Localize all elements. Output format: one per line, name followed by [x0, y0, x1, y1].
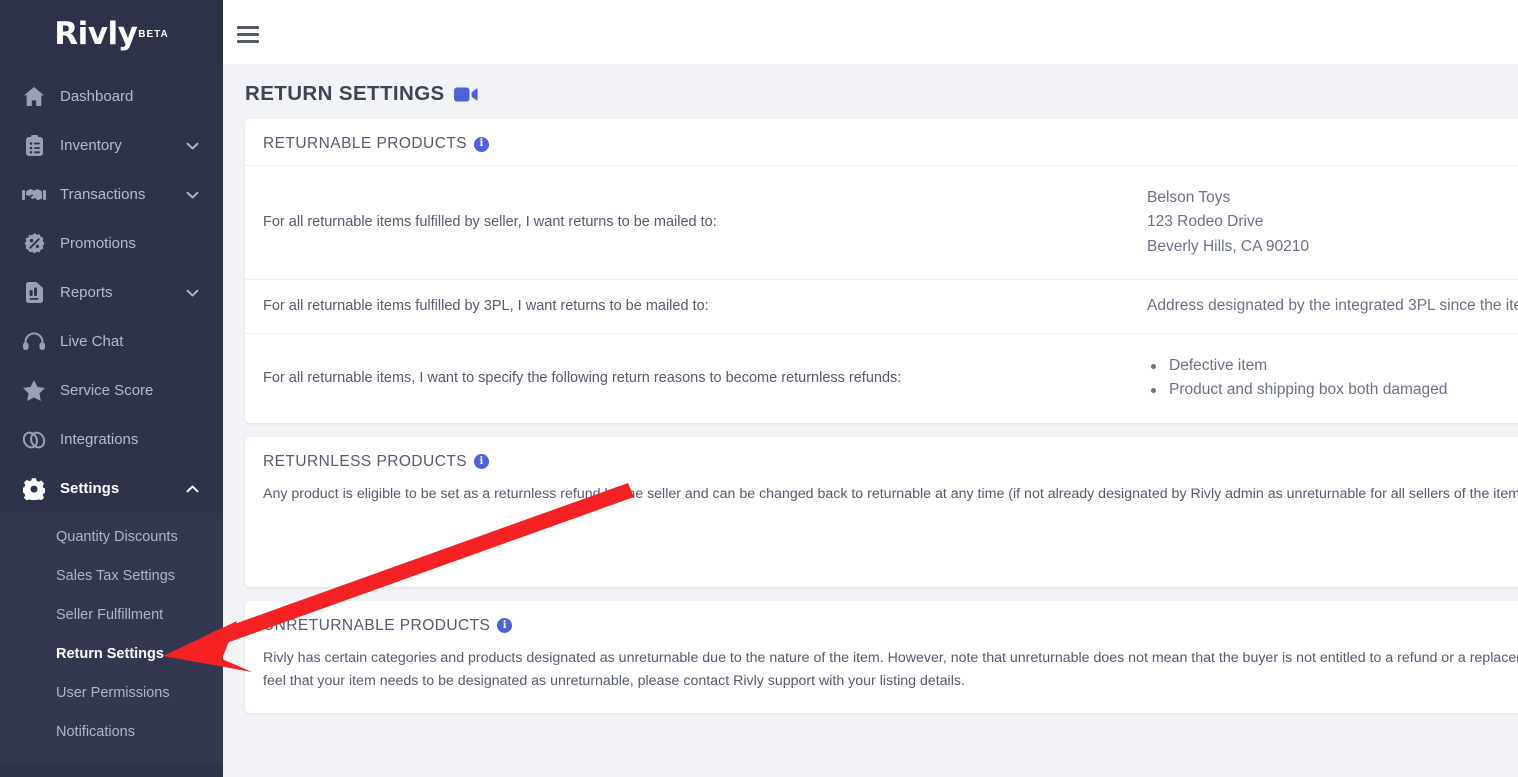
- return-reasons-list: Defective item Product and shipping box …: [1147, 354, 1518, 403]
- list-item: Product and shipping box both damaged: [1147, 378, 1518, 402]
- brand-beta-tag: BETA: [138, 28, 169, 40]
- sidebar-item-settings[interactable]: Settings: [0, 464, 223, 513]
- app-root: Rivly BETA Dashboard Inventory Transacti…: [0, 0, 1518, 777]
- sidebar-item-live-chat[interactable]: Live Chat: [0, 317, 223, 366]
- sidebar-item-inventory[interactable]: Inventory: [0, 121, 223, 170]
- headset-icon: [22, 331, 46, 353]
- sidebar-item-notifications[interactable]: Notifications: [0, 712, 223, 751]
- page-title-text: RETURN SETTINGS: [245, 82, 445, 105]
- row-answer: Address designated by the integrated 3PL…: [1147, 297, 1518, 315]
- table-row: For all returnable items fulfilled by se…: [245, 165, 1518, 279]
- hamburger-bar: [237, 32, 259, 36]
- submenu-item-label: Sales Tax Settings: [56, 567, 176, 584]
- content-area: RETURN SETTINGS RETURNABLE PRODUCTS i Fo…: [223, 64, 1518, 777]
- submenu-item-label: Return Settings: [56, 645, 164, 662]
- submenu-item-label: Seller Fulfillment: [56, 606, 164, 623]
- main-area: RETURN SETTINGS RETURNABLE PRODUCTS i Fo…: [223, 0, 1518, 777]
- sidebar: Rivly BETA Dashboard Inventory Transacti…: [0, 0, 223, 777]
- percent-badge-icon: [22, 233, 46, 255]
- video-camera-icon[interactable]: [453, 86, 478, 103]
- sidebar-item-quantity-discounts[interactable]: Quantity Discounts: [0, 517, 223, 556]
- sidebar-item-service-score[interactable]: Service Score: [0, 366, 223, 415]
- row-question: For all returnable items, I want to spec…: [263, 369, 902, 386]
- star-icon: [22, 380, 46, 402]
- sidebar-item-return-settings[interactable]: Return Settings: [0, 634, 223, 673]
- hamburger-bar: [237, 39, 259, 43]
- card-title: RETURNLESS PRODUCTS i: [245, 437, 1518, 483]
- sidebar-nav: Dashboard Inventory Transactions Promoti…: [0, 64, 223, 763]
- card-title: RETURNABLE PRODUCTS i: [245, 119, 1518, 165]
- info-icon[interactable]: i: [474, 454, 490, 470]
- sidebar-item-label: Transactions: [60, 186, 146, 203]
- row-question: For all returnable items fulfilled by se…: [263, 213, 717, 230]
- sidebar-item-dashboard[interactable]: Dashboard: [0, 72, 223, 121]
- sidebar-item-seller-fulfillment[interactable]: Seller Fulfillment: [0, 595, 223, 634]
- address-line: Belson Toys: [1147, 189, 1231, 206]
- returnless-products-card: RETURNLESS PRODUCTS i Any product is eli…: [245, 436, 1518, 587]
- chevron-down-icon[interactable]: [186, 188, 199, 201]
- brand-name: Rivly: [54, 16, 138, 52]
- clipboard-icon: [22, 135, 46, 157]
- hamburger-icon[interactable]: [237, 19, 263, 45]
- address-line: 123 Rodeo Drive: [1147, 213, 1264, 231]
- sidebar-item-label: Live Chat: [60, 333, 124, 350]
- sidebar-item-label: Settings: [60, 480, 120, 497]
- returnable-products-card: RETURNABLE PRODUCTS i For all returnable…: [245, 119, 1518, 423]
- sidebar-item-label: Dashboard: [60, 88, 134, 105]
- sidebar-item-label: Service Score: [60, 382, 154, 399]
- submenu-item-label: Notifications: [56, 723, 135, 740]
- home-icon: [22, 86, 46, 108]
- hamburger-bar: [237, 25, 259, 29]
- submenu-item-label: Quantity Discounts: [56, 528, 178, 545]
- unreturnable-products-card: UNRETURNABLE PRODUCTS i Rivly has certai…: [245, 600, 1518, 713]
- card-title: UNRETURNABLE PRODUCTS i: [245, 601, 1518, 647]
- chevron-down-icon[interactable]: [186, 139, 199, 152]
- sidebar-item-user-permissions[interactable]: User Permissions: [0, 673, 223, 712]
- sidebar-item-label: Reports: [60, 284, 113, 301]
- row-answer: Belson Toys 123 Rodeo Drive Beverly Hill…: [1145, 166, 1518, 279]
- topbar: [223, 0, 1518, 64]
- address-line: Beverly Hills, CA 90210: [1147, 237, 1309, 255]
- sidebar-item-label: Integrations: [60, 431, 139, 448]
- card-title-text: RETURNABLE PRODUCTS: [263, 135, 468, 152]
- table-row: For all returnable items, I want to spec…: [245, 332, 1518, 423]
- sidebar-item-label: Inventory: [60, 137, 122, 154]
- card-body-text: Rivly has certain categories and product…: [263, 649, 1518, 689]
- chevron-up-icon[interactable]: [186, 482, 199, 495]
- link-icon: [22, 429, 46, 451]
- sidebar-item-promotions[interactable]: Promotions: [0, 219, 223, 268]
- card-title-text: UNRETURNABLE PRODUCTS: [263, 616, 491, 634]
- settings-submenu: Quantity Discounts Sales Tax Settings Se…: [0, 513, 223, 763]
- info-icon[interactable]: i: [497, 618, 513, 634]
- chevron-down-icon[interactable]: [186, 286, 199, 299]
- card-title-text: RETURNLESS PRODUCTS: [263, 452, 468, 470]
- page-title: RETURN SETTINGS: [245, 64, 1518, 119]
- table-row: For all returnable items fulfilled by 3P…: [245, 279, 1518, 332]
- handshake-icon: [22, 184, 46, 206]
- list-item: Defective item: [1147, 354, 1518, 378]
- sidebar-item-sales-tax-settings[interactable]: Sales Tax Settings: [0, 556, 223, 595]
- row-question: For all returnable items fulfilled by 3P…: [263, 297, 709, 314]
- sidebar-item-label: Promotions: [60, 235, 136, 252]
- document-icon: [22, 282, 46, 304]
- info-icon[interactable]: i: [474, 136, 490, 152]
- sidebar-item-integrations[interactable]: Integrations: [0, 415, 223, 464]
- gear-icon: [22, 477, 46, 500]
- sidebar-item-reports[interactable]: Reports: [0, 268, 223, 317]
- row-answer: Defective item Product and shipping box …: [1145, 334, 1518, 423]
- brand-logo[interactable]: Rivly BETA: [0, 0, 223, 64]
- card-body-text: Any product is eligible to be set as a r…: [263, 485, 1518, 502]
- submenu-item-label: User Permissions: [56, 684, 170, 701]
- sidebar-item-transactions[interactable]: Transactions: [0, 170, 223, 219]
